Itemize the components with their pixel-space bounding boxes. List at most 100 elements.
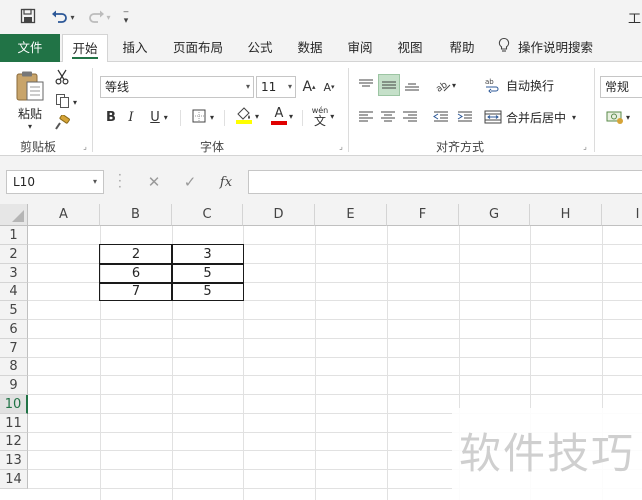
- redo-dropdown-icon[interactable]: ▾: [106, 13, 110, 22]
- row-header-10[interactable]: 10: [0, 395, 28, 414]
- merge-center-button[interactable]: 合并后居中 ▾: [484, 106, 588, 128]
- accounting-format-button[interactable]: ▾: [600, 106, 636, 128]
- align-right-button[interactable]: [400, 106, 420, 128]
- merge-dropdown-icon[interactable]: ▾: [572, 113, 576, 122]
- font-size-combo[interactable]: 11 ▾: [256, 76, 296, 98]
- column-header-h[interactable]: H: [530, 204, 602, 226]
- paste-button[interactable]: 粘贴 ▾: [10, 68, 50, 132]
- increase-indent-button[interactable]: [454, 106, 476, 128]
- accounting-dropdown-icon[interactable]: ▾: [626, 113, 630, 122]
- copy-button[interactable]: ▾: [50, 92, 82, 112]
- clipboard-launcher-icon[interactable]: ⌟: [80, 142, 90, 152]
- cancel-button[interactable]: ✕: [142, 170, 166, 194]
- column-header-a[interactable]: A: [28, 204, 100, 226]
- font-color-button[interactable]: A ▾: [266, 104, 298, 128]
- copy-icon: [55, 93, 71, 112]
- cell-b3[interactable]: 6: [100, 264, 172, 283]
- underline-dropdown-icon[interactable]: ▾: [164, 113, 168, 122]
- column-header-c[interactable]: C: [172, 204, 243, 226]
- row-header-12[interactable]: 12: [0, 433, 28, 451]
- column-header-g[interactable]: G: [459, 204, 530, 226]
- increase-font-button[interactable]: A ▴: [300, 76, 318, 98]
- fill-color-dropdown-icon[interactable]: ▾: [255, 112, 259, 121]
- row-header-6[interactable]: 6: [0, 320, 28, 339]
- row-header-7[interactable]: 7: [0, 339, 28, 358]
- font-launcher-icon[interactable]: ⌟: [336, 142, 346, 152]
- align-left-button[interactable]: [356, 106, 376, 128]
- top-align-button[interactable]: [356, 74, 376, 96]
- tab-view[interactable]: 视图: [390, 34, 430, 62]
- underline-button[interactable]: U ▾: [144, 106, 174, 128]
- borders-dropdown-icon[interactable]: ▾: [210, 113, 214, 122]
- bottom-align-button[interactable]: [402, 74, 422, 96]
- tab-insert[interactable]: 插入: [114, 34, 156, 62]
- font-name-combo[interactable]: 等线 ▾: [100, 76, 254, 98]
- wrap-text-icon: ab: [485, 78, 499, 93]
- bold-button[interactable]: B: [102, 106, 120, 128]
- decrease-indent-icon: [433, 111, 448, 122]
- column-header-f[interactable]: F: [387, 204, 459, 226]
- row-header-label: 1: [9, 228, 18, 243]
- cell-c2[interactable]: 3: [172, 245, 243, 264]
- select-all-button[interactable]: [0, 204, 28, 226]
- orientation-dropdown-icon[interactable]: ▾: [452, 81, 456, 90]
- middle-align-button[interactable]: [378, 74, 400, 96]
- tab-help[interactable]: 帮助: [442, 34, 482, 62]
- tab-file[interactable]: 文件: [0, 34, 60, 62]
- formula-bar-grip-icon[interactable]: · · ·: [118, 169, 122, 193]
- row-header-13[interactable]: 13: [0, 451, 28, 470]
- copy-dropdown-icon[interactable]: ▾: [73, 98, 77, 107]
- tell-me-search[interactable]: 操作说明搜索: [498, 34, 642, 62]
- decrease-indent-button[interactable]: [430, 106, 452, 128]
- borders-button[interactable]: ▾: [186, 106, 220, 128]
- paste-dropdown-icon[interactable]: ▾: [28, 122, 32, 131]
- align-center-button[interactable]: [378, 106, 398, 128]
- format-painter-button[interactable]: [52, 113, 72, 134]
- redo-button[interactable]: ▾: [84, 6, 114, 28]
- phonetic-dropdown-icon[interactable]: ▾: [330, 112, 334, 121]
- enter-button[interactable]: ✓: [178, 170, 202, 194]
- row-header-2[interactable]: 2: [0, 245, 28, 264]
- lightbulb-icon: [498, 35, 510, 62]
- undo-dropdown-icon[interactable]: ▾: [70, 13, 74, 22]
- customize-qat-button[interactable]: ‒ ▾: [118, 6, 134, 28]
- wrap-text-button[interactable]: ab 自动换行: [484, 74, 556, 96]
- tab-review[interactable]: 审阅: [340, 34, 380, 62]
- row-header-4[interactable]: 4: [0, 283, 28, 301]
- orientation-icon: ab: [435, 80, 451, 93]
- cell-b4[interactable]: 7: [100, 283, 172, 301]
- row-header-8[interactable]: 8: [0, 358, 28, 376]
- cut-button[interactable]: [52, 68, 72, 88]
- column-header-e[interactable]: E: [315, 204, 387, 226]
- save-button[interactable]: [16, 6, 40, 28]
- cell-c4[interactable]: 5: [172, 283, 243, 301]
- alignment-launcher-icon[interactable]: ⌟: [580, 142, 590, 152]
- decrease-font-button[interactable]: A ▾: [320, 76, 338, 98]
- italic-button[interactable]: I: [122, 106, 140, 128]
- row-header-14[interactable]: 14: [0, 470, 28, 489]
- tab-formulas[interactable]: 公式: [240, 34, 280, 62]
- column-header-b[interactable]: B: [100, 204, 172, 226]
- row-header-5[interactable]: 5: [0, 301, 28, 320]
- font-color-dropdown-icon[interactable]: ▾: [289, 112, 293, 121]
- row-header-11[interactable]: 11: [0, 414, 28, 433]
- fill-color-button[interactable]: ▾: [230, 104, 264, 128]
- formula-input[interactable]: [248, 170, 642, 194]
- tab-data[interactable]: 数据: [290, 34, 330, 62]
- insert-function-button[interactable]: fx: [214, 170, 238, 194]
- row-header-3[interactable]: 3: [0, 264, 28, 283]
- number-format-combo[interactable]: 常规: [600, 76, 642, 98]
- undo-button[interactable]: ▾: [48, 6, 78, 28]
- name-box[interactable]: L10 ▾: [6, 170, 104, 194]
- row-header-9[interactable]: 9: [0, 376, 28, 395]
- column-header-i[interactable]: I: [602, 204, 642, 226]
- column-header-d[interactable]: D: [243, 204, 315, 226]
- tab-home[interactable]: 开始: [62, 34, 108, 63]
- cell-c3[interactable]: 5: [172, 264, 243, 283]
- grid-line: [387, 226, 388, 500]
- row-header-1[interactable]: 1: [0, 226, 28, 245]
- phonetic-button[interactable]: wén 文 ▾: [306, 102, 340, 130]
- cell-b2[interactable]: 2: [100, 245, 172, 264]
- tab-page-layout[interactable]: 页面布局: [166, 34, 230, 62]
- orientation-button[interactable]: ab ▾: [430, 74, 460, 96]
